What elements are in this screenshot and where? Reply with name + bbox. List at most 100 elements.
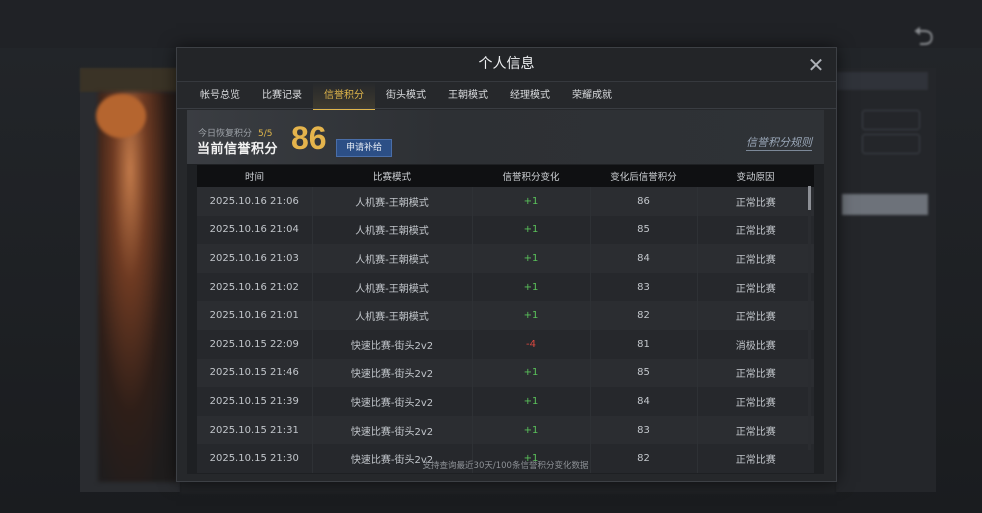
tab-credit-score[interactable]: 信誉积分 [313,82,375,110]
cell-mode: 快速比赛-街头2v2 [312,415,473,445]
basketball-artwork [96,94,146,138]
background-tabs [78,22,288,30]
cell-time: 2025.10.16 21:01 [197,301,313,330]
modal-title: 个人信息 [177,48,836,82]
background-list-item [842,452,928,474]
cell-change: +1 [472,301,591,330]
player-artwork [98,92,178,482]
table-row: 2025.10.16 21:02 人机赛-王朝模式 +1 83 正常比赛 [197,272,814,302]
table-row: 2025.10.16 21:04 人机赛-王朝模式 +1 85 正常比赛 [197,215,814,245]
cell-time: 2025.10.15 22:09 [197,329,313,359]
column-header-score-after: 变化后信誉积分 [590,165,697,187]
score-rules-link[interactable]: 信誉积分规则 [746,134,812,151]
background-list-item [842,323,928,345]
cell-reason: 正常比赛 [697,301,814,330]
cell-score-after: 81 [590,329,698,359]
back-arrow-icon: ⮌ [913,22,934,52]
background-list-item [842,409,928,431]
tab-honor-achievements[interactable]: 荣耀成就 [561,82,623,108]
column-header-mode: 比赛模式 [312,165,472,187]
table-row: 2025.10.16 21:03 人机赛-王朝模式 +1 84 正常比赛 [197,244,814,273]
tab-dynasty-mode[interactable]: 王朝模式 [437,82,499,108]
tab-divider [177,108,836,109]
background-list-item [842,237,928,259]
cell-score-after: 83 [590,415,698,445]
background-list-item [842,473,928,495]
modal-tabs: 帐号总览 比赛记录 信誉积分 街头模式 王朝模式 经理模式 荣耀成就 [189,82,623,110]
cell-change: +1 [472,387,591,416]
cell-score-after: 84 [590,387,698,416]
cell-change: +1 [472,244,591,273]
background-panel-header [80,68,180,92]
background-list-header [842,172,928,194]
cell-mode: 快速比赛-街头2v2 [312,358,473,388]
cell-mode: 人机赛-王朝模式 [312,301,473,330]
background-list-item [842,430,928,452]
cell-reason: 正常比赛 [697,215,814,245]
cell-reason: 正常比赛 [697,187,814,216]
column-header-reason: 变动原因 [697,165,814,187]
cell-mode: 快速比赛-街头2v2 [312,387,473,416]
cell-time: 2025.10.16 21:02 [197,272,313,302]
cell-reason: 消极比赛 [697,329,814,359]
column-header-change: 信誉积分变化 [472,165,590,187]
tab-manager-mode[interactable]: 经理模式 [499,82,561,108]
cell-change: +1 [472,358,591,388]
cell-time: 2025.10.16 21:06 [197,187,313,216]
table-row: 2025.10.15 21:46 快速比赛-街头2v2 +1 85 正常比赛 [197,358,814,388]
cell-change: +1 [472,187,591,216]
apply-supply-button[interactable]: 申请补给 [336,139,392,157]
background-list-item [842,344,928,366]
column-header-time: 时间 [197,165,312,187]
background-list-item [842,215,928,237]
cell-mode: 人机赛-王朝模式 [312,272,473,302]
credit-score-table: 时间 比赛模式 信誉积分变化 变化后信誉积分 变动原因 2025.10.16 2… [197,165,814,473]
table-row: 2025.10.16 21:06 人机赛-王朝模式 +1 86 正常比赛 [197,187,814,216]
tab-street-mode[interactable]: 街头模式 [375,82,437,108]
cell-time: 2025.10.16 21:04 [197,215,313,245]
table-row: 2025.10.15 21:31 快速比赛-街头2v2 +1 83 正常比赛 [197,415,814,445]
table-row: 2025.10.15 21:39 快速比赛-街头2v2 +1 84 正常比赛 [197,387,814,416]
cell-mode: 人机赛-王朝模式 [312,187,473,216]
tab-account-overview[interactable]: 帐号总览 [189,82,251,108]
current-score-label: 当前信誉积分 [197,142,279,157]
background-list-item [842,258,928,280]
cell-mode: 人机赛-王朝模式 [312,244,473,273]
background-list-item [842,387,928,409]
background-ranking-list [842,172,928,495]
cell-score-after: 85 [590,358,698,388]
cell-reason: 正常比赛 [697,244,814,273]
background-select [836,72,928,90]
cell-reason: 正常比赛 [697,272,814,302]
cell-change: +1 [472,215,591,245]
close-icon[interactable]: ✕ [806,55,826,75]
cell-score-after: 83 [590,272,698,302]
table-scrollbar[interactable] [808,186,811,450]
cell-time: 2025.10.15 21:46 [197,358,313,388]
cell-score-after: 86 [590,187,698,216]
tab-match-records[interactable]: 比赛记录 [251,82,313,108]
scrollbar-thumb[interactable] [808,186,811,210]
cell-time: 2025.10.15 21:31 [197,415,313,445]
cell-score-after: 84 [590,244,698,273]
cell-time: 2025.10.16 21:03 [197,244,313,273]
background-button [862,134,920,154]
cell-time: 2025.10.15 21:39 [197,387,313,416]
cell-change: -4 [472,329,591,359]
cell-mode: 人机赛-王朝模式 [312,215,473,245]
background-list-item [842,193,928,215]
current-score-value: 86 [291,120,327,156]
cell-reason: 正常比赛 [697,387,814,416]
cell-mode: 快速比赛-街头2v2 [312,329,473,359]
cell-change: +1 [472,415,591,445]
cell-reason: 正常比赛 [697,358,814,388]
score-header: 今日恢复积分 5/5 当前信誉积分 86 申请补给 信誉积分规则 [187,110,824,164]
table-header-row: 时间 比赛模式 信誉积分变化 变化后信誉积分 变动原因 [197,165,814,187]
personal-info-modal: 个人信息 ✕ 帐号总览 比赛记录 信誉积分 街头模式 王朝模式 经理模式 荣耀成… [176,47,837,482]
cell-score-after: 85 [590,215,698,245]
table-row: 2025.10.15 22:09 快速比赛-街头2v2 -4 81 消极比赛 [197,329,814,359]
background-list-item [842,301,928,323]
footer-note: 支持查询最近30天/100条信誉积分变化数据 [422,461,589,471]
cell-score-after: 82 [590,301,698,330]
cell-reason: 正常比赛 [697,415,814,445]
